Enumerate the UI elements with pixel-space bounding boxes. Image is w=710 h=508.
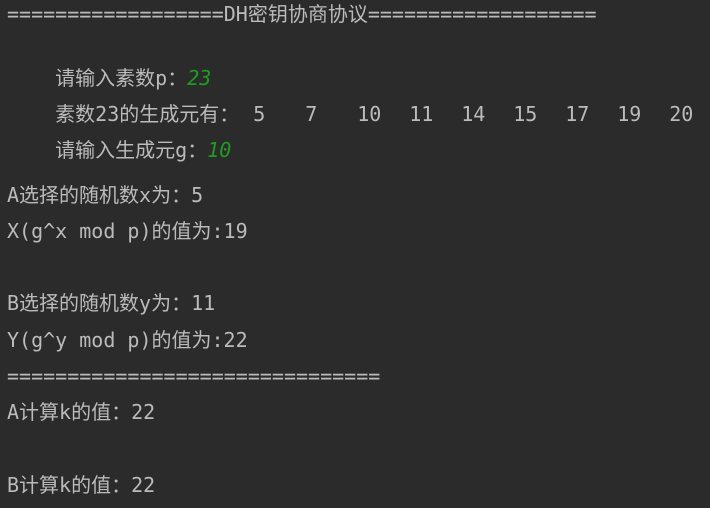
generator-value: 19 <box>617 102 642 126</box>
generator-value: 14 <box>461 102 486 126</box>
a-random-line: A选择的随机数x为：5 <box>7 183 204 207</box>
prompt-g-label: 请输入生成元g： <box>55 138 208 162</box>
a-key-line: A计算k的值：22 <box>7 400 156 424</box>
prompt-g-line: 请输入生成元g：10 <box>7 108 231 162</box>
header-line: ==================DH密钥协商协议==============… <box>7 2 597 26</box>
generators-line: 素数23的生成元有：571011141517192021 <box>7 72 710 126</box>
separator-line: =============================== <box>7 364 381 388</box>
y-value-line: Y(g^y mod p)的值为:22 <box>7 328 248 352</box>
generator-value: 5 <box>253 102 266 126</box>
input-g-value: 10 <box>207 138 232 162</box>
prompt-p-line: 请输入素数p：23 <box>7 36 211 90</box>
x-value-line: X(g^x mod p)的值为:19 <box>7 219 248 243</box>
b-key-line: B计算k的值：22 <box>7 473 156 497</box>
generator-value: 15 <box>513 102 538 126</box>
b-random-line: B选择的随机数y为：11 <box>7 291 216 315</box>
generator-value: 20 <box>669 102 694 126</box>
generator-value: 7 <box>305 102 318 126</box>
console-output: ==================DH密钥协商协议==============… <box>7 0 707 508</box>
generator-value: 17 <box>565 102 590 126</box>
generator-value: 10 <box>357 102 382 126</box>
generator-value: 11 <box>409 102 434 126</box>
